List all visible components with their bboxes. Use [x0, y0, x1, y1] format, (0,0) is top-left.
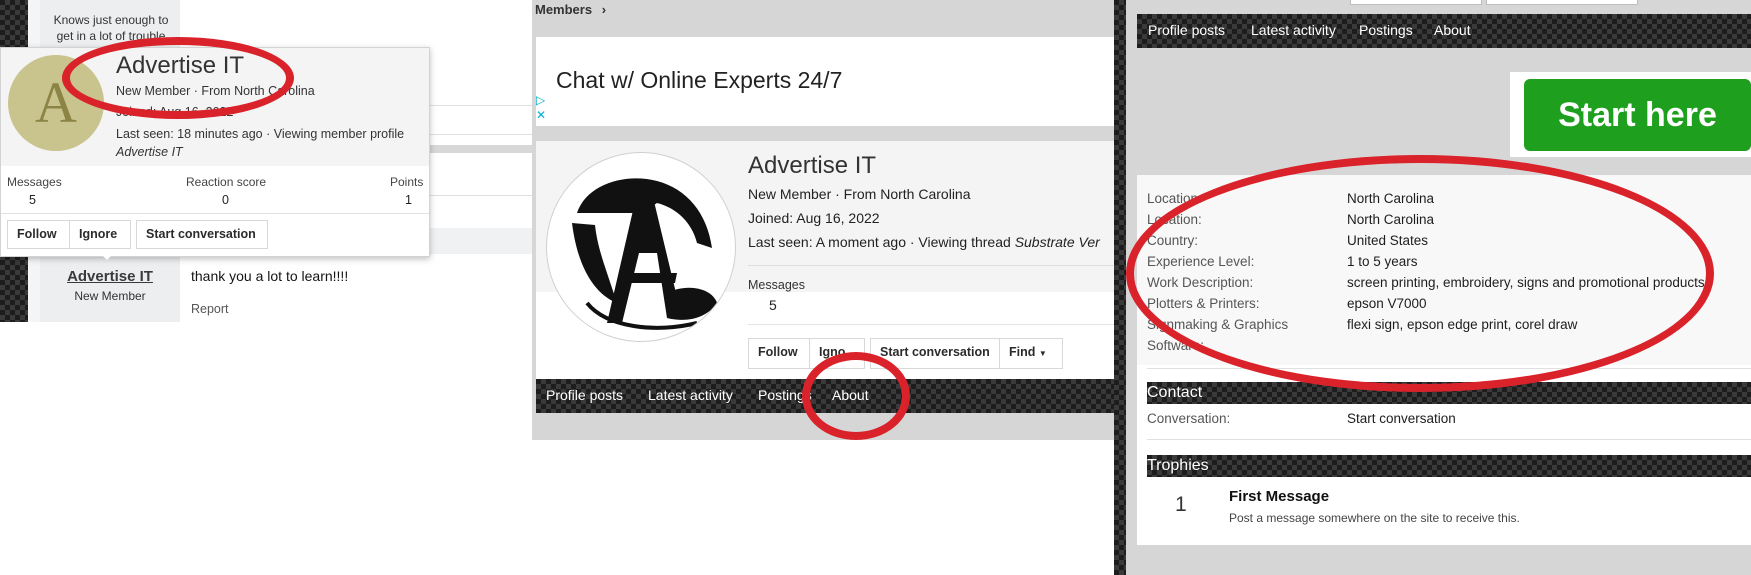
- start-conversation-link[interactable]: Start conversation: [1347, 411, 1456, 426]
- ad-banner-right[interactable]: Start here: [1510, 72, 1751, 157]
- about-tabs: Profile posts Latest activity Postings A…: [1137, 14, 1751, 48]
- breadcrumb-members[interactable]: Members: [535, 2, 592, 17]
- ignore-button[interactable]: Ignore: [69, 220, 131, 249]
- tab-latest-activity[interactable]: Latest activity: [1251, 22, 1336, 38]
- last-seen-text: Last seen: A moment ago · Viewing thread: [748, 234, 1015, 250]
- stat-messages-value: 5: [29, 193, 36, 207]
- contact-label: Conversation:: [1147, 411, 1231, 426]
- profile-avatar[interactable]: [546, 152, 736, 342]
- panel-member-profile: Members › Chat w/ Online Experts 24/7 ▷ …: [530, 0, 1115, 440]
- tooltip-last-seen: Last seen: 18 minutes ago · Viewing memb…: [116, 127, 405, 141]
- post-message: thank you a lot to learn!!!!: [191, 268, 349, 284]
- messages-value: 5: [769, 297, 777, 313]
- tab-about[interactable]: About: [1434, 22, 1471, 38]
- trophy-description: Post a message somewhere on the site to …: [1229, 511, 1520, 525]
- profile-role-from: New Member · From North Carolina: [748, 186, 971, 202]
- contact-title: Contact: [1147, 384, 1203, 401]
- trophy-points: 1: [1175, 493, 1187, 516]
- breadcrumb-chevron-icon: ›: [601, 2, 607, 17]
- profile-card: Advertise IT New Member · From North Car…: [536, 141, 1115, 379]
- tab-profile-posts[interactable]: Profile posts: [1148, 22, 1225, 38]
- profile-username: Advertise IT: [748, 152, 877, 179]
- profile-joined: Joined: Aug 16, 2022: [748, 210, 880, 226]
- follow-button[interactable]: Follow: [7, 220, 70, 249]
- tab-latest-activity[interactable]: Latest activity: [648, 387, 733, 403]
- post-username[interactable]: Advertise IT: [40, 268, 180, 285]
- profile-follow-button[interactable]: Follow: [748, 338, 810, 369]
- tooltip-custom-title: Advertise IT: [116, 145, 183, 159]
- breadcrumb[interactable]: Members ›: [535, 2, 606, 17]
- post-user-role: New Member: [74, 289, 146, 303]
- profile-divider-2: [748, 324, 1115, 325]
- panel-forum-thread: Knows just enough to get in a lot of tro…: [0, 0, 535, 325]
- profile-find-button[interactable]: Find ▼: [999, 338, 1063, 369]
- contact-divider: [1147, 439, 1751, 440]
- tooltip-arrow: [98, 251, 116, 260]
- report-link[interactable]: Report: [191, 302, 229, 316]
- start-here-button[interactable]: Start here: [1524, 79, 1751, 151]
- tab-postings[interactable]: Postings: [1359, 22, 1413, 38]
- trophy-title: First Message: [1229, 488, 1330, 505]
- tab-profile-posts[interactable]: Profile posts: [546, 387, 623, 403]
- carbon-divider-strip: [1114, 0, 1126, 575]
- messages-label: Messages: [748, 278, 805, 292]
- stat-messages-label: Messages: [7, 175, 62, 189]
- last-seen-thread[interactable]: Substrate Ver: [1015, 234, 1100, 250]
- ad-choices-icon[interactable]: ▷: [536, 93, 545, 107]
- caret-down-icon: ▼: [1038, 349, 1047, 358]
- stat-reaction-label: Reaction score: [186, 175, 267, 189]
- profile-divider: [748, 265, 1115, 266]
- annotation-circle-about-tab: [802, 352, 910, 440]
- panel-about-tab: Profile posts Latest activity Postings A…: [1126, 0, 1751, 575]
- thread-divider: [430, 145, 535, 153]
- ad-banner[interactable]: Chat w/ Online Experts 24/7 ▷ ✕: [536, 37, 1115, 126]
- annotation-circle-tooltip-username: [62, 37, 294, 119]
- trophies-title: Trophies: [1147, 457, 1209, 474]
- tooltip-divider: [1, 213, 429, 214]
- top-input-stub-2: [1486, 0, 1638, 5]
- trophies-heading: Trophies: [1147, 455, 1751, 477]
- stat-points-label: Points: [390, 175, 424, 189]
- ad-close-icon[interactable]: ✕: [536, 108, 546, 122]
- start-conversation-button[interactable]: Start conversation: [136, 220, 268, 249]
- annotation-circle-details: [1126, 155, 1714, 392]
- profile-last-seen: Last seen: A moment ago · Viewing thread…: [748, 234, 1100, 250]
- stat-points-value: 1: [405, 193, 412, 207]
- top-input-stub: [1350, 0, 1482, 5]
- advertise-it-logo-icon: [572, 178, 717, 330]
- find-label: Find: [1009, 345, 1036, 359]
- stat-reaction-value: 0: [222, 193, 229, 207]
- ad-text[interactable]: Chat w/ Online Experts 24/7: [556, 67, 842, 94]
